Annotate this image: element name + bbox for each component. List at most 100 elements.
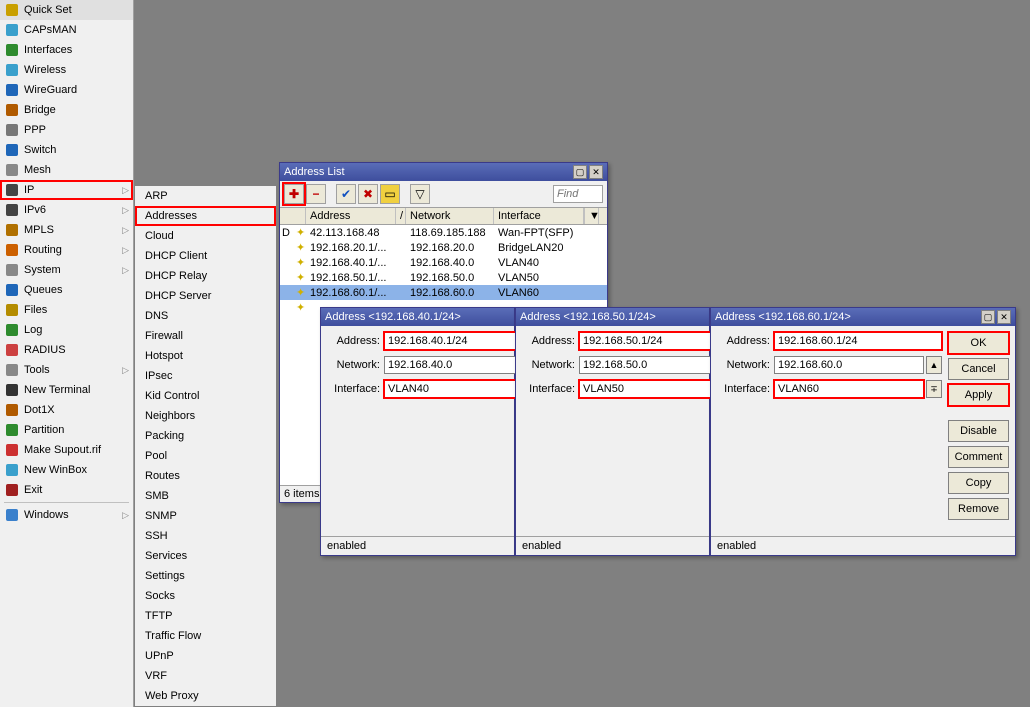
enable-button[interactable]: ✔ (336, 184, 356, 204)
col-interface[interactable]: Interface (494, 208, 584, 224)
submenu-item-upnp[interactable]: UPnP (135, 646, 276, 666)
add-button[interactable]: ✚ (284, 184, 304, 204)
sidebar-item-switch[interactable]: Switch (0, 140, 133, 160)
comment-button[interactable]: ▭ (380, 184, 400, 204)
col-network[interactable]: Network (406, 208, 494, 224)
submenu-item-settings[interactable]: Settings (135, 566, 276, 586)
interface-input[interactable] (384, 380, 534, 398)
copy-button[interactable]: Copy (948, 472, 1009, 494)
remove-button[interactable]: − (306, 184, 326, 204)
sidebar-item-make-supout-rif[interactable]: Make Supout.rif (0, 440, 133, 460)
close-button[interactable]: ✕ (997, 310, 1011, 324)
address-row[interactable]: ✦192.168.50.1/...192.168.50.0VLAN50 (280, 270, 607, 285)
network-input[interactable] (384, 356, 534, 374)
sidebar-item-interfaces[interactable]: Interfaces (0, 40, 133, 60)
submenu-item-smb[interactable]: SMB (135, 486, 276, 506)
comment-button[interactable]: Comment (948, 446, 1009, 468)
grid-header[interactable]: Address / Network Interface ▼ (280, 208, 607, 225)
address-win-titlebar[interactable]: Address <192.168.60.1/24>▢✕ (711, 308, 1015, 326)
disable-button[interactable]: ✖ (358, 184, 378, 204)
sidebar-item-mesh[interactable]: Mesh (0, 160, 133, 180)
cancel-button[interactable]: Cancel (948, 358, 1009, 380)
submenu-item-web-proxy[interactable]: Web Proxy (135, 686, 276, 706)
dropdown-icon[interactable]: ∓ (926, 380, 942, 398)
sidebar-item-ip[interactable]: IP▷ (0, 180, 133, 200)
sidebar-item-mpls[interactable]: MPLS▷ (0, 220, 133, 240)
row-address: 192.168.60.1/... (306, 287, 396, 299)
interface-input[interactable] (579, 380, 729, 398)
submenu-item-snmp[interactable]: SNMP (135, 506, 276, 526)
sidebar-item-ipv6[interactable]: IPv6▷ (0, 200, 133, 220)
sidebar-item-queues[interactable]: Queues (0, 280, 133, 300)
address-win-titlebar[interactable]: Address <192.168.40.1/24> (321, 308, 514, 326)
sidebar-item-partition[interactable]: Partition (0, 420, 133, 440)
network-input[interactable] (579, 356, 729, 374)
interface-input[interactable] (774, 380, 924, 398)
apply-button[interactable]: Apply (948, 384, 1009, 406)
submenu-arrow-icon: ▷ (122, 510, 129, 521)
submenu-item-vrf[interactable]: VRF (135, 666, 276, 686)
col-address[interactable]: Address (306, 208, 396, 224)
submenu-item-kid-control[interactable]: Kid Control (135, 386, 276, 406)
ok-button[interactable]: OK (948, 332, 1009, 354)
menu-icon (4, 242, 20, 258)
submenu-item-ssh[interactable]: SSH (135, 526, 276, 546)
sidebar-item-bridge[interactable]: Bridge (0, 100, 133, 120)
submenu-item-arp[interactable]: ARP (135, 186, 276, 206)
submenu-item-tftp[interactable]: TFTP (135, 606, 276, 626)
sidebar-item-wireless[interactable]: Wireless (0, 60, 133, 80)
step-up-icon[interactable]: ▲ (926, 356, 942, 374)
submenu-item-addresses[interactable]: Addresses (135, 206, 276, 226)
submenu-item-ipsec[interactable]: IPsec (135, 366, 276, 386)
submenu-item-routes[interactable]: Routes (135, 466, 276, 486)
minimize-button[interactable]: ▢ (573, 165, 587, 179)
submenu-item-hotspot[interactable]: Hotspot (135, 346, 276, 366)
address-list-titlebar[interactable]: Address List ▢ ✕ (280, 163, 607, 181)
sidebar-item-quick-set[interactable]: Quick Set (0, 0, 133, 20)
submenu-item-traffic-flow[interactable]: Traffic Flow (135, 626, 276, 646)
row-interface: VLAN40 (494, 257, 584, 269)
sidebar-item-label: MPLS (24, 224, 54, 236)
submenu-item-neighbors[interactable]: Neighbors (135, 406, 276, 426)
submenu-item-firewall[interactable]: Firewall (135, 326, 276, 346)
disable-button[interactable]: Disable (948, 420, 1009, 442)
submenu-item-dhcp-server[interactable]: DHCP Server (135, 286, 276, 306)
close-button[interactable]: ✕ (589, 165, 603, 179)
address-row[interactable]: D✦42.113.168.48118.69.185.188Wan-FPT(SFP… (280, 225, 607, 240)
minimize-button[interactable]: ▢ (981, 310, 995, 324)
address-row[interactable]: ✦192.168.20.1/...192.168.20.0BridgeLAN20 (280, 240, 607, 255)
submenu-item-socks[interactable]: Socks (135, 586, 276, 606)
sidebar-item-new-terminal[interactable]: New Terminal (0, 380, 133, 400)
sidebar-item-tools[interactable]: Tools▷ (0, 360, 133, 380)
sidebar-item-routing[interactable]: Routing▷ (0, 240, 133, 260)
submenu-item-packing[interactable]: Packing (135, 426, 276, 446)
address-input[interactable] (774, 332, 942, 350)
sidebar-item-ppp[interactable]: PPP (0, 120, 133, 140)
remove-button[interactable]: Remove (948, 498, 1009, 520)
sidebar-item-radius[interactable]: RADIUS (0, 340, 133, 360)
sidebar-item-wireguard[interactable]: WireGuard (0, 80, 133, 100)
submenu-item-dhcp-client[interactable]: DHCP Client (135, 246, 276, 266)
submenu-item-dhcp-relay[interactable]: DHCP Relay (135, 266, 276, 286)
address-win-titlebar[interactable]: Address <192.168.50.1/24> (516, 308, 709, 326)
col-dropdown[interactable]: ▼ (584, 208, 599, 224)
network-input[interactable] (774, 356, 924, 374)
address-win-status: enabled (321, 536, 514, 555)
sidebar-item-dot1x[interactable]: Dot1X (0, 400, 133, 420)
sidebar-item-exit[interactable]: Exit (0, 480, 133, 500)
submenu-item-services[interactable]: Services (135, 546, 276, 566)
submenu-item-dns[interactable]: DNS (135, 306, 276, 326)
sidebar-item-files[interactable]: Files (0, 300, 133, 320)
find-input[interactable] (553, 185, 603, 203)
sidebar-item-windows[interactable]: Windows▷ (0, 505, 133, 525)
filter-button[interactable]: ▽ (410, 184, 430, 204)
address-row[interactable]: ✦192.168.40.1/...192.168.40.0VLAN40 (280, 255, 607, 270)
sidebar-item-capsman[interactable]: CAPsMAN (0, 20, 133, 40)
sidebar-item-system[interactable]: System▷ (0, 260, 133, 280)
address-row[interactable]: ✦192.168.60.1/...192.168.60.0VLAN60 (280, 285, 607, 300)
submenu-item-pool[interactable]: Pool (135, 446, 276, 466)
sidebar-item-log[interactable]: Log (0, 320, 133, 340)
sidebar-item-new-winbox[interactable]: New WinBox (0, 460, 133, 480)
menu-icon (4, 262, 20, 278)
submenu-item-cloud[interactable]: Cloud (135, 226, 276, 246)
